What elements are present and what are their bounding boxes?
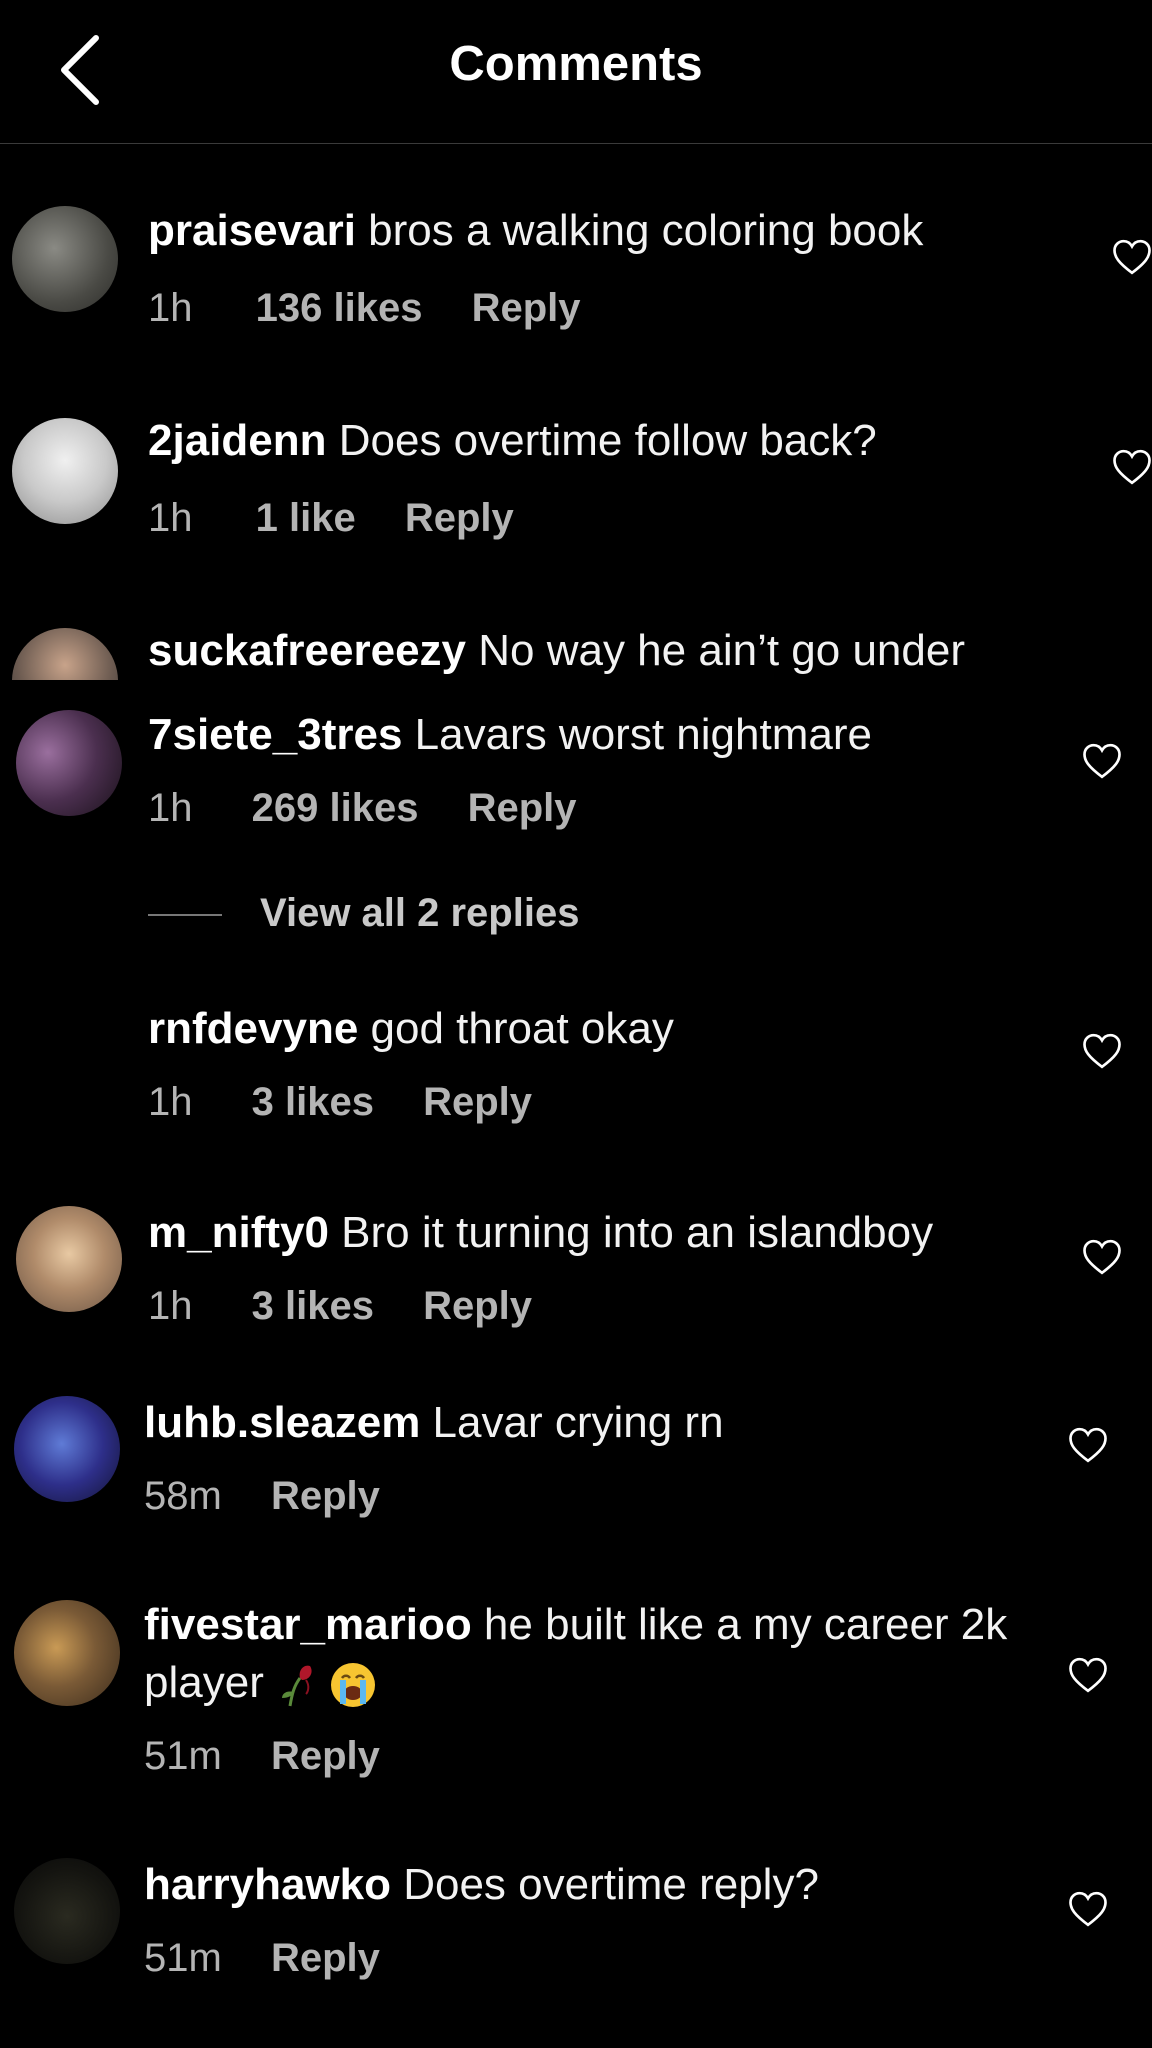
- comment-time: 51m: [144, 1734, 222, 1778]
- comment-time: 1h: [148, 1284, 193, 1328]
- reply-button[interactable]: Reply: [271, 1734, 380, 1778]
- avatar[interactable]: [14, 1600, 120, 1706]
- comment-text: Bro it turning into an islandboy: [328, 1208, 934, 1257]
- comment-text: Does overtime reply?: [390, 1860, 819, 1909]
- comment-time: 1h: [148, 496, 193, 540]
- heart-icon: [1113, 239, 1151, 275]
- like-button[interactable]: [1082, 1032, 1122, 1070]
- header: Comments: [0, 0, 1152, 144]
- avatar[interactable]: [14, 1858, 120, 1964]
- like-button[interactable]: [1068, 1656, 1108, 1694]
- view-replies-label: View all 2 replies: [260, 891, 580, 935]
- comment-username[interactable]: 2jaidenn: [148, 416, 327, 465]
- like-button[interactable]: [1068, 1426, 1108, 1464]
- heart-icon: [1069, 1427, 1107, 1463]
- replies-divider: [148, 914, 222, 917]
- avatar[interactable]: [16, 1206, 122, 1312]
- comment-time: 58m: [144, 1474, 222, 1518]
- comment-text: god throat okay: [358, 1004, 674, 1053]
- reply-button[interactable]: Reply: [271, 1936, 380, 1980]
- reply-button[interactable]: Reply: [423, 1080, 532, 1124]
- comment-username[interactable]: rnfdevyne: [148, 1004, 358, 1053]
- reply-button[interactable]: Reply: [405, 496, 514, 540]
- reply-button[interactable]: Reply: [271, 1474, 380, 1518]
- reply-button[interactable]: Reply: [423, 1284, 532, 1328]
- comment-username[interactable]: fivestar_marioo: [144, 1600, 472, 1649]
- comment-text: bros a walking coloring book: [355, 206, 924, 255]
- comment-likes[interactable]: 136 likes: [256, 286, 423, 330]
- avatar[interactable]: [14, 1396, 120, 1502]
- avatar[interactable]: [16, 710, 122, 816]
- heart-icon: [1113, 449, 1151, 485]
- comment-time: 1h: [148, 786, 193, 830]
- comment-username[interactable]: suckafreereezy: [148, 626, 466, 675]
- comment-time: 1h: [148, 286, 193, 330]
- comment-likes[interactable]: 1 like: [256, 496, 356, 540]
- comment-username[interactable]: m_nifty0: [148, 1208, 329, 1257]
- comment-username[interactable]: 7siete_3tres: [148, 710, 402, 759]
- like-button[interactable]: [1082, 1238, 1122, 1276]
- page-title: Comments: [449, 37, 703, 91]
- heart-icon: [1083, 1239, 1121, 1275]
- reply-button[interactable]: Reply: [472, 286, 581, 330]
- comment-item: suckafreereezy No way he ain’t go under: [0, 620, 1152, 680]
- comment-text: No way he ain’t go under: [466, 626, 965, 675]
- comment-username[interactable]: luhb.sleazem: [144, 1398, 420, 1447]
- like-button[interactable]: [1082, 742, 1122, 780]
- comment-text: Does overtime follow back?: [326, 416, 877, 465]
- avatar[interactable]: [12, 628, 118, 680]
- like-button[interactable]: [1112, 448, 1152, 486]
- comment-likes[interactable]: 269 likes: [252, 786, 419, 830]
- comment-username[interactable]: praisevari: [148, 206, 356, 255]
- avatar[interactable]: [12, 418, 118, 524]
- heart-icon: [1069, 1657, 1107, 1693]
- wilted-rose-emoji-icon: [282, 1665, 312, 1707]
- avatar[interactable]: [12, 206, 118, 312]
- like-button[interactable]: [1112, 238, 1152, 276]
- like-button[interactable]: [1068, 1890, 1108, 1928]
- comment-text-continued: player: [144, 1658, 264, 1707]
- reply-button[interactable]: Reply: [468, 786, 577, 830]
- view-replies-button[interactable]: View all 2 replies: [148, 891, 579, 936]
- crying-face-emoji-icon: [331, 1663, 376, 1708]
- comment-time: 51m: [144, 1936, 222, 1980]
- comment-likes[interactable]: 3 likes: [252, 1284, 374, 1328]
- comment-text: Lavars worst nightmare: [402, 710, 872, 759]
- heart-icon: [1083, 1033, 1121, 1069]
- comment-time: 1h: [148, 1080, 193, 1124]
- comment-text: he built like a my career 2k: [471, 1600, 1008, 1649]
- comment-likes[interactable]: 3 likes: [252, 1080, 374, 1124]
- comment-text: Lavar crying rn: [420, 1398, 724, 1447]
- comment-username[interactable]: harryhawko: [144, 1860, 391, 1909]
- heart-icon: [1069, 1891, 1107, 1927]
- heart-icon: [1083, 743, 1121, 779]
